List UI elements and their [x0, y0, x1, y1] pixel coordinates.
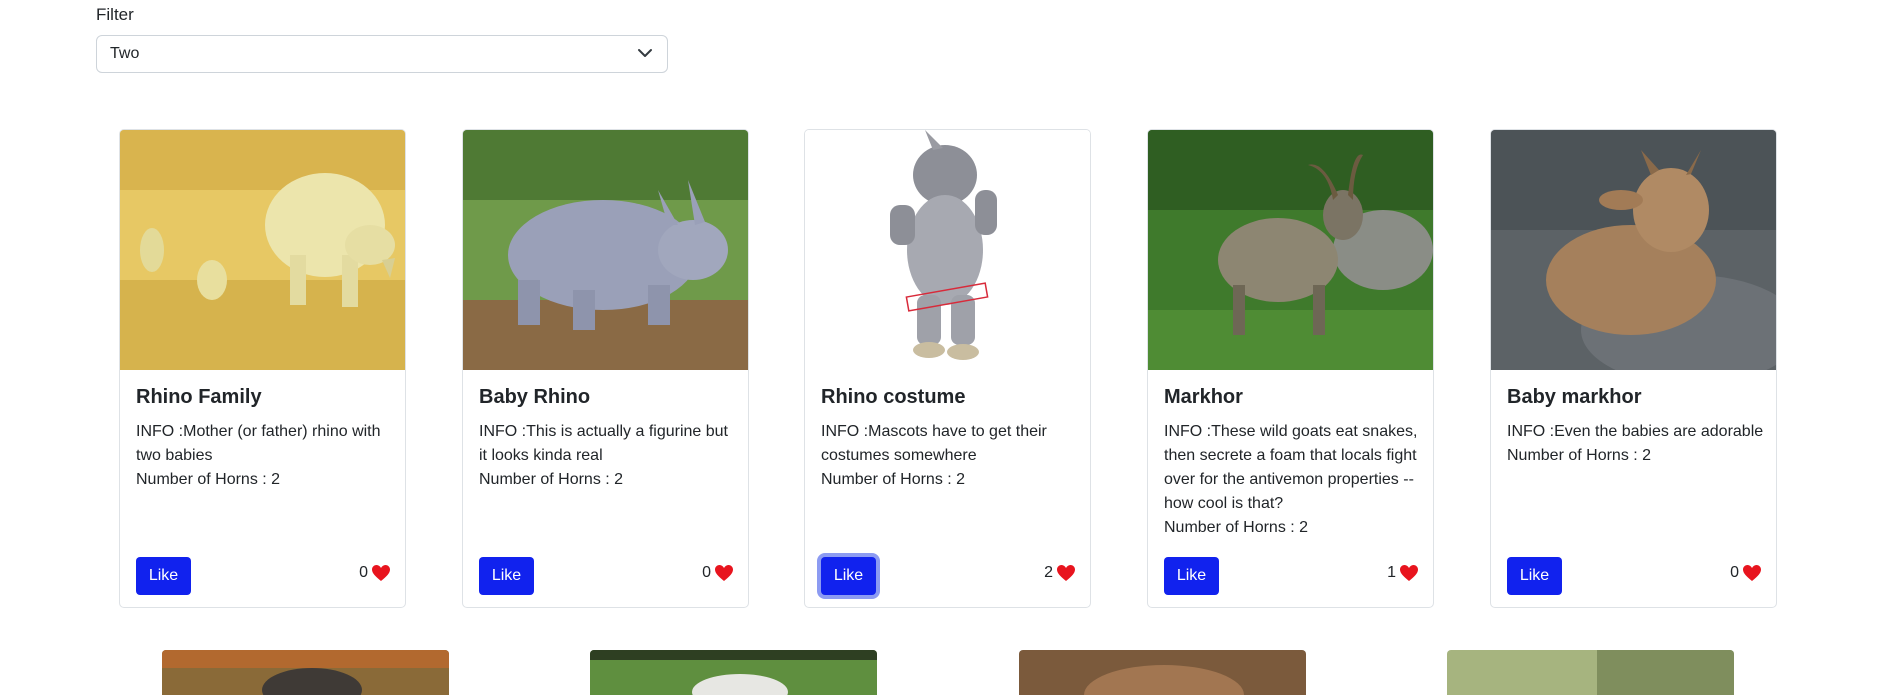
- card-image: [1491, 130, 1776, 370]
- card-horns: Number of Horns : 2: [136, 471, 281, 488]
- card-info: INFO :These wild goats eat snakes, then …: [1164, 420, 1422, 540]
- card-info: INFO :Mother (or father) rhino with two …: [136, 420, 394, 492]
- card-horns: Number of Horns : 2: [821, 471, 966, 488]
- card-description: INFO :This is actually a figurine but it…: [479, 423, 728, 464]
- like-count: 0: [702, 564, 734, 582]
- like-count: 0: [1730, 564, 1762, 582]
- filter-selected-value: Two: [110, 45, 140, 62]
- card-image-row2-4: [1447, 650, 1734, 695]
- card-markhor: Markhor INFO :These wild goats eat snake…: [1147, 129, 1434, 608]
- like-count-value: 1: [1387, 564, 1396, 581]
- card-description: INFO :Mascots have to get their costumes…: [821, 423, 1047, 464]
- like-button[interactable]: Like: [479, 557, 534, 595]
- card-baby-markhor: Baby markhor INFO :Even the babies are a…: [1490, 129, 1777, 608]
- card-description: INFO :These wild goats eat snakes, then …: [1164, 423, 1418, 512]
- card-title: Rhino costume: [821, 386, 966, 408]
- card-title: Baby Rhino: [479, 386, 591, 408]
- card-horns: Number of Horns : 2: [1507, 447, 1652, 464]
- card-image: [805, 130, 1090, 370]
- card-image: [463, 130, 748, 370]
- like-count: 0: [359, 564, 391, 582]
- like-button[interactable]: Like: [821, 557, 876, 595]
- like-button[interactable]: Like: [1507, 557, 1562, 595]
- card-info: INFO :This is actually a figurine but it…: [479, 420, 737, 492]
- card-horns: Number of Horns : 2: [1164, 519, 1309, 536]
- card-horns: Number of Horns : 2: [479, 471, 624, 488]
- like-count: 2: [1044, 564, 1076, 582]
- card-image: [1148, 130, 1433, 370]
- card-title: Rhino Family: [136, 386, 262, 408]
- like-button[interactable]: Like: [136, 557, 191, 595]
- card-description: INFO :Even the babies are adorable: [1507, 423, 1764, 440]
- card-rhino-costume: Rhino costume INFO :Mascots have to get …: [804, 129, 1091, 608]
- heart-icon: [715, 565, 733, 581]
- card-image-row2-3: [1019, 650, 1306, 695]
- heart-icon: [1057, 565, 1075, 581]
- heart-icon: [372, 565, 390, 581]
- card-title: Baby markhor: [1507, 386, 1642, 408]
- like-button[interactable]: Like: [1164, 557, 1219, 595]
- like-count-value: 0: [1730, 564, 1739, 581]
- card-description: INFO :Mother (or father) rhino with two …: [136, 423, 381, 464]
- card-rhino-family: Rhino Family INFO :Mother (or father) rh…: [119, 129, 406, 608]
- like-count-value: 2: [1044, 564, 1053, 581]
- heart-icon: [1400, 565, 1418, 581]
- card-title: Markhor: [1164, 386, 1243, 408]
- filter-select[interactable]: Two: [96, 35, 668, 73]
- card-baby-rhino: Baby Rhino INFO :This is actually a figu…: [462, 129, 749, 608]
- chevron-down-icon: [638, 49, 652, 57]
- card-image-row2-2: [590, 650, 877, 695]
- heart-icon: [1743, 565, 1761, 581]
- like-count-value: 0: [359, 564, 368, 581]
- filter-label: Filter: [96, 5, 134, 24]
- like-count-value: 0: [702, 564, 711, 581]
- card-image: [120, 130, 405, 370]
- like-count: 1: [1387, 564, 1419, 582]
- card-info: INFO :Even the babies are adorable Numbe…: [1507, 420, 1765, 468]
- card-info: INFO :Mascots have to get their costumes…: [821, 420, 1079, 492]
- card-image-row2-1: [162, 650, 449, 695]
